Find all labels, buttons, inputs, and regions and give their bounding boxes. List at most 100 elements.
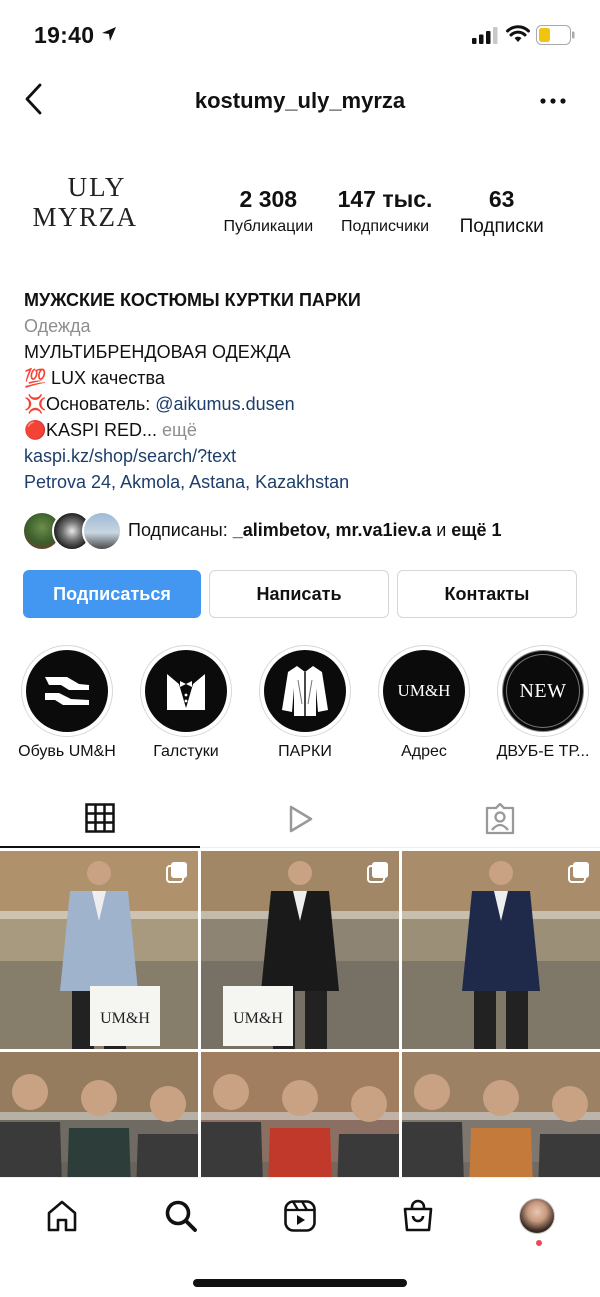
tab-home[interactable] xyxy=(42,1196,82,1236)
profile-website-link[interactable]: kaspi.kz/shop/search/?text xyxy=(24,443,584,469)
bio-line-3-text: Основатель: xyxy=(46,394,156,414)
follow-button[interactable]: Подписаться xyxy=(23,570,201,618)
founder-mention-link[interactable]: @aikumus.dusen xyxy=(155,394,294,414)
tab-reels-nav[interactable] xyxy=(280,1196,320,1236)
shopping-bag-icon xyxy=(403,1199,433,1232)
stat-following-count: 63 xyxy=(488,186,515,212)
shoe-icon xyxy=(45,677,89,705)
tuxedo-icon xyxy=(167,674,205,710)
highlight-parkas[interactable]: ПАРКИ xyxy=(245,645,365,761)
highlight-label: ПАРКИ xyxy=(278,743,332,760)
carousel-icon xyxy=(568,862,589,883)
tab-search[interactable] xyxy=(161,1196,201,1236)
followed-by-user-1[interactable]: _alimbetov xyxy=(233,520,326,540)
followed-by-prefix: Подписаны: xyxy=(128,520,233,540)
carousel-icon xyxy=(166,862,187,883)
tab-shop[interactable] xyxy=(398,1196,438,1236)
story-highlights: Обувь UM&H Галстуки ПАРКИ UM&H Адрес NEW… xyxy=(0,645,600,770)
post-thumbnail[interactable]: UM&H xyxy=(0,851,198,1049)
stat-followers[interactable]: 147 тыс. Подписчики xyxy=(327,185,444,241)
red-circle-icon: 🔴 xyxy=(24,420,47,440)
post-thumbnail[interactable]: UM&H xyxy=(201,851,399,1049)
tab-tagged[interactable] xyxy=(400,790,600,848)
profile-username: kostumy_uly_myrza xyxy=(194,88,406,113)
bio-line-4-text: KASPI RED... xyxy=(46,420,158,440)
post-photo xyxy=(402,1052,600,1181)
profile-display-name: МУЖСКИЕ КОСТЮМЫ КУРТКИ ПАРКИ xyxy=(24,290,361,310)
umh-logo: UM&H xyxy=(397,681,451,700)
bio-line-1: МУЛЬТИБРЕНДОВАЯ ОДЕЖДА xyxy=(24,342,291,362)
followed-by-text: Подписаны: _alimbetov, mr.va1iev.a и ещё… xyxy=(128,520,502,541)
profile-avatar xyxy=(519,1198,555,1234)
bio-line-3: 💢Основатель: @aikumus.dusen xyxy=(24,391,584,417)
location-arrow-icon xyxy=(102,27,116,41)
carousel-icon xyxy=(367,862,388,883)
contacts-button[interactable]: Контакты xyxy=(397,570,577,618)
followed-by[interactable]: Подписаны: _alimbetov, mr.va1iev.a и ещё… xyxy=(22,511,582,553)
anger-symbol-icon: 💢 xyxy=(24,394,47,414)
highlight-shoes[interactable]: Обувь UM&H xyxy=(7,645,127,761)
bio-line-4: 🔴KASPI RED... ещё xyxy=(24,417,584,443)
post-photo xyxy=(201,1052,399,1181)
svg-text:UM&H: UM&H xyxy=(233,1010,283,1027)
bio-more-link[interactable]: ещё xyxy=(157,420,197,440)
logo-line-2: MYRZA xyxy=(32,202,138,232)
cellular-signal-icon xyxy=(472,27,498,44)
bio-line-2: 💯 LUX качества xyxy=(24,365,584,391)
posts-grid: UM&H UM&H xyxy=(0,851,600,1181)
more-options-icon[interactable] xyxy=(540,98,566,104)
stat-followers-count: 147 тыс. xyxy=(337,186,433,212)
home-indicator xyxy=(193,1279,407,1287)
followed-by-and: и xyxy=(431,520,452,540)
status-bar: 19:40 xyxy=(0,0,600,70)
post-thumbnail[interactable] xyxy=(0,1052,198,1181)
profile-content-tabs xyxy=(0,790,600,848)
bio-line-2-text: LUX качества xyxy=(46,368,165,388)
followed-by-more[interactable]: ещё 1 xyxy=(451,520,501,540)
stat-following[interactable]: 63 Подписки xyxy=(443,185,560,241)
home-icon xyxy=(47,1200,77,1232)
notification-dot xyxy=(536,1240,542,1246)
followed-by-user-2[interactable]: mr.va1iev.a xyxy=(335,520,431,540)
tab-reels[interactable] xyxy=(200,790,400,848)
stat-posts-label: Публикации xyxy=(223,218,314,235)
post-thumbnail[interactable] xyxy=(402,1052,600,1181)
highlight-label: Обувь UM&H xyxy=(18,743,116,760)
highlight-ties[interactable]: Галстуки xyxy=(126,645,246,761)
jacket-icon xyxy=(282,666,328,716)
profile-category: Одежда xyxy=(24,316,91,336)
status-time: 19:40 xyxy=(34,22,95,48)
stat-following-label: Подписки xyxy=(459,216,544,237)
highlight-label: ДВУБ-Е ТР... xyxy=(496,743,590,760)
highlight-double-breasted[interactable]: NEW ДВУБ-Е ТР... xyxy=(483,645,600,761)
profile-address-link[interactable]: Petrova 24, Akmola, Astana, Kazakhstan xyxy=(24,469,584,495)
reels-icon xyxy=(284,1200,316,1232)
grid-icon xyxy=(85,803,115,833)
new-badge: NEW xyxy=(519,679,567,702)
bottom-tab-bar xyxy=(0,1177,600,1297)
profile-stats: 2 308 Публикации 147 тыс. Подписчики 63 … xyxy=(210,185,560,241)
post-photo xyxy=(0,1052,198,1181)
highlight-address[interactable]: UM&H Адрес xyxy=(364,645,484,761)
highlight-label: Галстуки xyxy=(153,743,219,760)
message-button[interactable]: Написать xyxy=(209,570,389,618)
profile-bio: МУЖСКИЕ КОСТЮМЫ КУРТКИ ПАРКИ Одежда МУЛЬ… xyxy=(24,287,584,495)
play-icon xyxy=(289,805,313,833)
wifi-icon xyxy=(506,25,530,42)
profile-avatar-logo[interactable]: ULY MYRZA xyxy=(22,172,148,244)
post-thumbnail[interactable] xyxy=(402,851,600,1049)
stat-posts-count: 2 308 xyxy=(239,186,298,212)
tab-profile[interactable] xyxy=(517,1196,557,1236)
logo-line-1: ULY xyxy=(67,172,127,202)
battery-icon xyxy=(536,25,575,45)
highlight-label: Адрес xyxy=(401,743,447,760)
hundred-points-icon: 💯 xyxy=(24,368,47,388)
tab-posts-grid[interactable] xyxy=(0,790,200,848)
follower-avatar-3 xyxy=(82,511,122,551)
svg-text:UM&H: UM&H xyxy=(100,1010,150,1027)
profile-action-buttons: Подписаться Написать Контакты xyxy=(23,570,577,618)
profile-nav-bar: kostumy_uly_myrza xyxy=(0,70,600,132)
post-thumbnail[interactable] xyxy=(201,1052,399,1181)
search-icon xyxy=(165,1200,197,1232)
stat-posts[interactable]: 2 308 Публикации xyxy=(210,185,327,241)
